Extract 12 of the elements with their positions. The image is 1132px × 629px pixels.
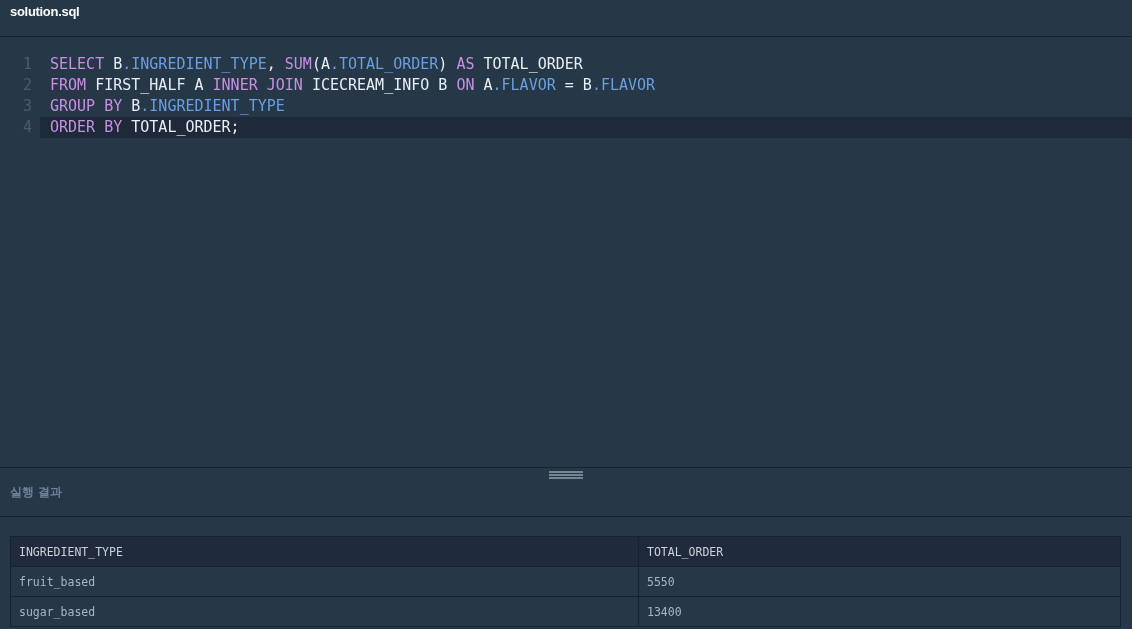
table-cell: fruit_based bbox=[10, 566, 639, 597]
code-line: SELECT B.INGREDIENT_TYPE, SUM(A.TOTAL_ORDER) AS TOTAL_ORDER bbox=[49, 54, 584, 75]
file-tab[interactable]: solution.sql bbox=[10, 4, 80, 19]
table-cell: sugar_based bbox=[10, 596, 639, 627]
results-title: 실행 결과 bbox=[10, 483, 63, 501]
table-cell: 5550 bbox=[638, 566, 1121, 597]
resize-handle-icon[interactable] bbox=[549, 471, 583, 479]
table-cell: 13400 bbox=[638, 596, 1121, 627]
column-header: TOTAL_ORDER bbox=[638, 536, 1121, 567]
code-line: GROUP BY B.INGREDIENT_TYPE bbox=[49, 96, 286, 117]
column-header: INGREDIENT_TYPE bbox=[10, 536, 639, 567]
code-line: FROM FIRST_HALF A INNER JOIN ICECREAM_INFO B ON A.FLAVOR = B.FLAVOR bbox=[49, 75, 657, 96]
